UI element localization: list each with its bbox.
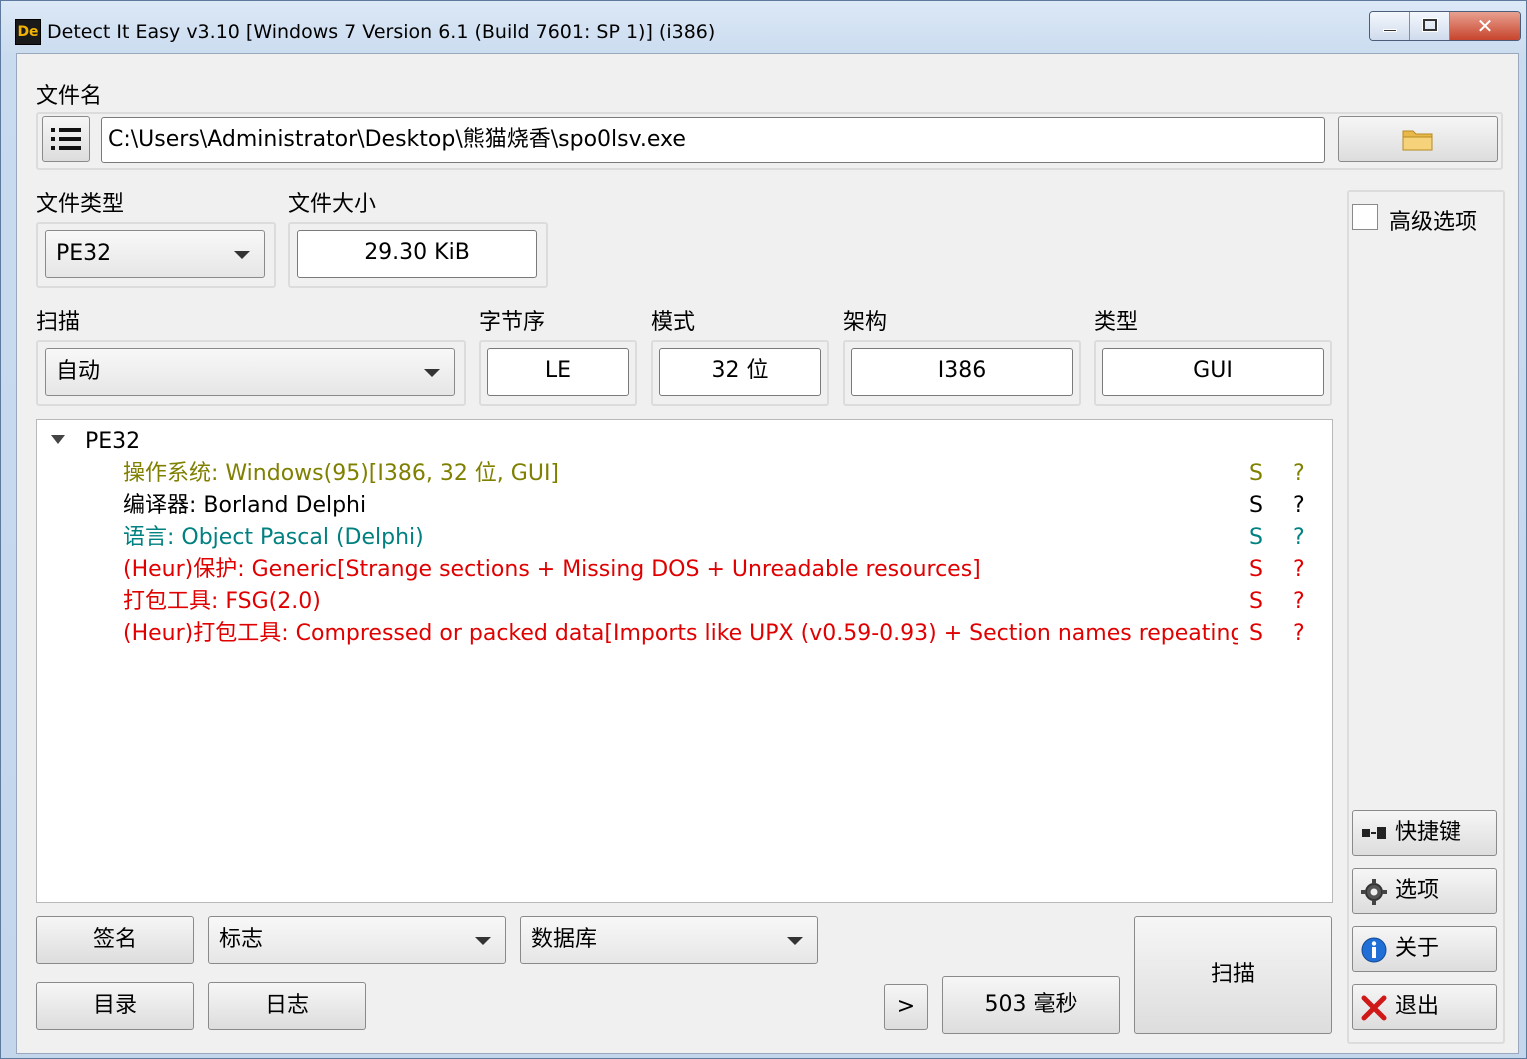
app-logo-icon: De: [15, 19, 41, 45]
results-tree[interactable]: PE32 操作系统: Windows(95)[I386, 32 位, GUI] S…: [36, 419, 1333, 903]
file-type-value: PE32: [56, 241, 112, 266]
info-link[interactable]: ?: [1293, 458, 1305, 490]
shortcuts-button[interactable]: 快捷键: [1352, 810, 1497, 856]
arch-label: 架构: [843, 310, 888, 335]
signature-link[interactable]: S: [1249, 490, 1263, 522]
chevron-down-icon: [234, 251, 250, 259]
chevron-down-icon: [787, 937, 803, 945]
folder-icon: [1402, 130, 1433, 151]
more-button[interactable]: >: [884, 984, 928, 1030]
info-link[interactable]: ?: [1293, 490, 1305, 522]
info-link[interactable]: ?: [1293, 586, 1305, 618]
arch-value: I386: [851, 348, 1073, 396]
window-title: Detect It Easy v3.10 [Windows 7 Version …: [47, 21, 716, 43]
close-icon: [1361, 995, 1387, 1021]
info-icon: [1361, 937, 1387, 963]
signature-link[interactable]: S: [1249, 458, 1263, 490]
endianness-value: LE: [487, 348, 629, 396]
info-link[interactable]: ?: [1293, 554, 1305, 586]
file-size-value: 29.30 KiB: [297, 230, 537, 278]
flags-select[interactable]: 标志: [208, 916, 506, 964]
scan-label: 扫描: [36, 310, 81, 335]
database-value: 数据库: [531, 927, 598, 952]
maximize-icon: [1422, 18, 1438, 32]
signature-link[interactable]: S: [1249, 586, 1263, 618]
advanced-options-checkbox[interactable]: [1352, 204, 1378, 230]
flags-value: 标志: [219, 927, 264, 952]
result-text: (Heur)保护: Generic[Strange sections + Mis…: [123, 557, 981, 582]
chevron-down-icon: [424, 369, 440, 377]
scan-mode-value: 自动: [56, 359, 101, 384]
minimize-icon: [1383, 29, 1397, 32]
result-text: (Heur)打包工具: Compressed or packed data[Im…: [123, 621, 1238, 646]
type-label: 类型: [1094, 310, 1139, 335]
close-button[interactable]: ✕: [1450, 12, 1520, 40]
mode-label: 模式: [651, 310, 696, 335]
signature-button[interactable]: 签名: [36, 916, 194, 964]
file-size-label: 文件大小: [288, 192, 377, 217]
side-panel: [1347, 190, 1505, 1044]
scan-mode-select[interactable]: 自动: [45, 348, 455, 396]
file-menu-button[interactable]: [42, 116, 90, 162]
result-row[interactable]: 编译器: Borland Delphi S?: [123, 490, 1305, 522]
result-row[interactable]: 打包工具: FSG(2.0) S?: [123, 586, 1305, 618]
expand-arrow-icon[interactable]: [51, 434, 65, 444]
options-button[interactable]: 选项: [1352, 868, 1497, 914]
result-row[interactable]: (Heur)保护: Generic[Strange sections + Mis…: [123, 554, 1305, 586]
window-controls: ✕: [1369, 11, 1521, 41]
log-button[interactable]: 日志: [208, 982, 366, 1030]
result-text: 打包工具: FSG(2.0): [123, 589, 321, 614]
elapsed-time-display: 503 毫秒: [942, 976, 1120, 1034]
file-type-label: 文件类型: [36, 192, 125, 217]
advanced-options-label: 高级选项: [1389, 210, 1478, 235]
app-window: De Detect It Easy v3.10 [Windows 7 Versi…: [0, 0, 1527, 1059]
maximize-button[interactable]: [1410, 12, 1450, 40]
options-label: 选项: [1395, 878, 1440, 903]
title-bar: De Detect It Easy v3.10 [Windows 7 Versi…: [1, 1, 1526, 51]
shortcuts-icon: [1362, 827, 1386, 839]
result-row[interactable]: (Heur)打包工具: Compressed or packed data[Im…: [123, 618, 1305, 650]
about-label: 关于: [1395, 936, 1440, 961]
file-type-select[interactable]: PE32: [45, 230, 265, 278]
tree-root-item[interactable]: PE32: [51, 426, 140, 458]
result-text: 语言: Object Pascal (Delphi): [123, 525, 424, 550]
signature-link[interactable]: S: [1249, 618, 1263, 650]
gear-icon: [1361, 879, 1387, 905]
list-icon: [51, 128, 81, 150]
mode-value: 32 位: [659, 348, 821, 396]
signature-link[interactable]: S: [1249, 554, 1263, 586]
result-row[interactable]: 语言: Object Pascal (Delphi) S?: [123, 522, 1305, 554]
tree-root-label: PE32: [85, 429, 141, 454]
result-row[interactable]: 操作系统: Windows(95)[I386, 32 位, GUI] S?: [123, 458, 1305, 490]
scan-button[interactable]: 扫描: [1134, 916, 1332, 1034]
main-panel: 文件名 C:\Users\Administrator\Desktop\熊猫烧香\…: [16, 53, 1519, 1054]
file-name-label: 文件名: [36, 84, 103, 109]
minimize-button[interactable]: [1370, 12, 1410, 40]
about-button[interactable]: 关于: [1352, 926, 1497, 972]
type-value: GUI: [1102, 348, 1324, 396]
exit-label: 退出: [1395, 994, 1440, 1019]
info-link[interactable]: ?: [1293, 522, 1305, 554]
shortcuts-label: 快捷键: [1395, 820, 1462, 845]
close-icon: ✕: [1476, 14, 1494, 38]
open-file-button[interactable]: [1338, 116, 1498, 162]
endianness-label: 字节序: [479, 310, 546, 335]
signature-link[interactable]: S: [1249, 522, 1263, 554]
result-text: 操作系统: Windows(95)[I386, 32 位, GUI]: [123, 461, 560, 486]
exit-button[interactable]: 退出: [1352, 984, 1497, 1030]
chevron-down-icon: [475, 937, 491, 945]
file-path-input[interactable]: C:\Users\Administrator\Desktop\熊猫烧香\spo0…: [101, 117, 1325, 163]
database-select[interactable]: 数据库: [520, 916, 818, 964]
result-text: 编译器: Borland Delphi: [123, 493, 367, 518]
directory-button[interactable]: 目录: [36, 982, 194, 1030]
info-link[interactable]: ?: [1293, 618, 1305, 650]
